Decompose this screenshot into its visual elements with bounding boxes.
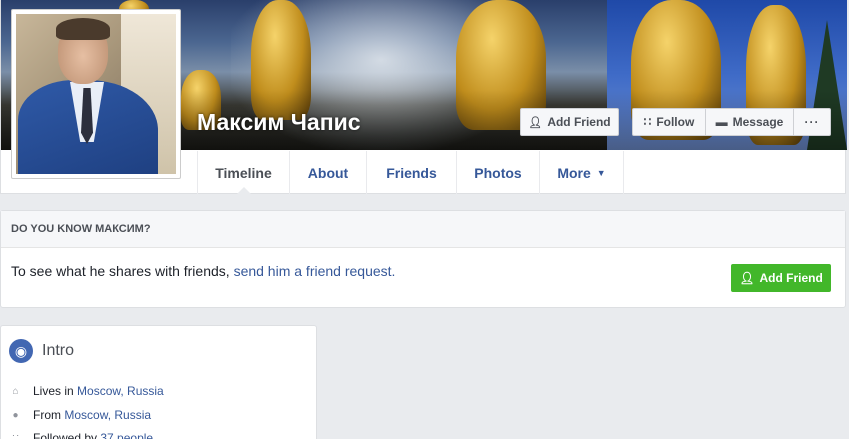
- tab-timeline[interactable]: Timeline: [198, 151, 290, 195]
- caret-down-icon: ▼: [596, 167, 606, 178]
- intro-header: ◉ Intro: [9, 339, 74, 363]
- intro-card: ◉ Intro ⌂ Lives in Moscow, Russia ● From…: [0, 325, 317, 439]
- home-icon: ⌂: [12, 385, 19, 397]
- tab-about[interactable]: About: [290, 151, 367, 194]
- add-person-icon: 👤︎: [739, 271, 755, 285]
- profile-tabs: Timeline About Friends Photos More ▼: [197, 151, 624, 195]
- profile-name[interactable]: Максим Чапис: [197, 109, 361, 136]
- tab-label: Photos: [474, 164, 522, 181]
- tab-label: Timeline: [215, 164, 272, 181]
- profile-picture[interactable]: [11, 9, 181, 179]
- add-person-icon: 👤︎: [528, 116, 543, 129]
- message-button[interactable]: ▬ Message: [706, 109, 794, 135]
- location-pin-icon: ●: [12, 409, 19, 421]
- intro-followed-by: ∷ Followed by 37 people: [10, 431, 153, 439]
- intro-from: ● From Moscow, Russia: [10, 408, 151, 422]
- message-icon: ▬: [715, 115, 728, 129]
- do-you-know-box: DO YOU KNOW МАКСИМ? To see what he share…: [0, 210, 846, 308]
- intro-prefix: Followed by: [33, 431, 101, 439]
- photo-hair: [56, 18, 110, 40]
- rss-icon: ∷: [12, 432, 19, 439]
- tab-friends[interactable]: Friends: [367, 151, 457, 194]
- do-you-know-heading: DO YOU KNOW МАКСИМ?: [1, 211, 845, 248]
- tab-label: About: [307, 164, 349, 181]
- tab-label: More: [557, 164, 591, 181]
- add-friend-label: Add Friend: [759, 271, 823, 285]
- rss-icon: ∷: [643, 115, 652, 129]
- from-link[interactable]: Moscow, Russia: [64, 408, 151, 422]
- more-options-button[interactable]: ···: [794, 109, 830, 135]
- globe-icon: ◉: [9, 339, 33, 363]
- tab-label: Friends: [386, 164, 437, 181]
- followers-link[interactable]: 37 people: [100, 431, 153, 439]
- friend-request-prompt: To see what he shares with friends, send…: [11, 263, 395, 279]
- ellipsis-icon: ···: [804, 115, 820, 129]
- intro-title: Intro: [42, 342, 75, 359]
- profile-photo: [16, 14, 176, 174]
- intro-prefix: From: [33, 408, 65, 422]
- add-friend-label: Add Friend: [547, 115, 611, 129]
- prompt-text: To see what he shares with friends,: [11, 263, 234, 279]
- follow-button[interactable]: ∷ Follow: [633, 109, 706, 135]
- message-label: Message: [732, 115, 784, 129]
- tab-photos[interactable]: Photos: [457, 151, 540, 194]
- intro-lives-in: ⌂ Lives in Moscow, Russia: [10, 384, 164, 398]
- tab-more[interactable]: More ▼: [540, 151, 624, 194]
- follow-label: Follow: [656, 115, 695, 129]
- intro-prefix: Lives in: [33, 384, 78, 398]
- add-friend-button[interactable]: 👤︎ Add Friend: [520, 108, 619, 136]
- send-friend-request-link[interactable]: send him a friend request.: [234, 263, 396, 279]
- lives-in-link[interactable]: Moscow, Russia: [77, 384, 164, 398]
- profile-action-group: ∷ Follow ▬ Message ···: [632, 108, 831, 136]
- add-friend-green-button[interactable]: 👤︎ Add Friend: [731, 264, 831, 292]
- profile-header: Максим Чапис 👤︎ Add Friend ∷ Follow ▬ Me…: [0, 0, 847, 195]
